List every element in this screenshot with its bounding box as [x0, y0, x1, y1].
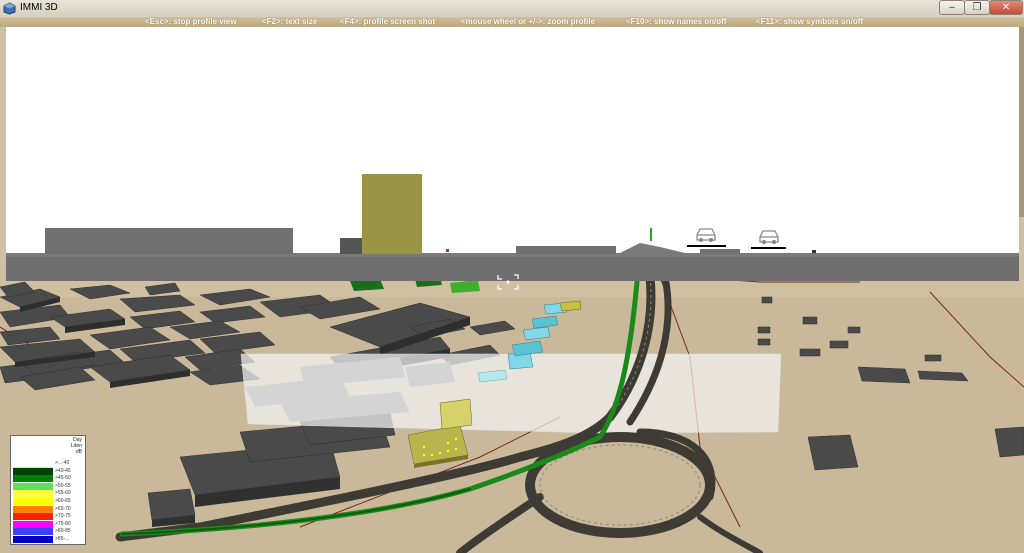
legend-label: >60-65 — [55, 498, 71, 504]
legend-item: >...-40 — [13, 460, 85, 468]
window-title: IMMI 3D — [20, 2, 58, 13]
legend-item: >45-50 — [13, 475, 85, 483]
legend-label: >40-45 — [55, 467, 71, 474]
legend-swatch — [13, 520, 53, 528]
legend-swatch — [13, 536, 53, 543]
profile-ground — [6, 253, 1019, 281]
noise-level-legend: Day Lden dB >...-40 >40-45 >45-50 >50-55 >55… — [10, 435, 86, 545]
legend-item: >70-75 — [13, 513, 85, 521]
legend-swatch — [13, 498, 53, 505]
legend-header: Day Lden dB — [71, 437, 82, 455]
close-button[interactable]: ✕ — [989, 0, 1023, 15]
hint-f10: <F10>: show names on/off — [626, 17, 727, 26]
legend-swatch — [13, 513, 53, 521]
minimize-button[interactable]: ‒ — [939, 0, 965, 15]
keyboard-hints-bar: <Esc>: stop profile view <F2>: text size… — [0, 17, 1024, 27]
legend-item: >65-70 — [13, 505, 85, 513]
legend-label: >45-50 — [55, 475, 71, 482]
profile-building-5 — [700, 249, 740, 254]
legend-label: >75-80 — [55, 520, 71, 527]
profile-marker-small — [812, 250, 816, 253]
hint-zoom: <mouse wheel or +/->: zoom profile — [461, 17, 596, 26]
legend-item: >60-65 — [13, 498, 85, 505]
profile-building-2 — [340, 238, 362, 254]
legend-item: >50-55 — [13, 482, 85, 490]
legend-swatch — [13, 528, 53, 536]
legend-label: >85-... — [55, 536, 70, 542]
3d-viewport[interactable] — [0, 27, 1024, 553]
legend-label: >80-85 — [55, 528, 71, 535]
legend-swatch — [13, 505, 53, 513]
profile-building-1 — [45, 228, 293, 254]
legend-swatch — [13, 482, 53, 490]
legend-label: >55-60 — [55, 490, 71, 497]
profile-building-3 — [362, 174, 422, 254]
legend-label: >...-40 — [55, 460, 70, 466]
legend-item: >40-45 — [13, 467, 85, 475]
legend-label: >70-75 — [55, 513, 71, 520]
car-icon — [759, 230, 779, 245]
scene-graphics — [0, 27, 1024, 553]
legend-swatch — [13, 490, 53, 498]
legend-item: >75-80 — [13, 520, 85, 528]
car-icon — [696, 228, 716, 243]
app-icon — [3, 2, 16, 15]
hint-f11: <F11>: show symbols on/off — [756, 17, 864, 26]
title-bar[interactable]: IMMI 3D ‒ ❐ ✕ — [0, 0, 1024, 18]
legend-label: >65-70 — [55, 505, 71, 512]
maximize-button[interactable]: ❐ — [964, 0, 990, 15]
legend-item: >80-85 — [13, 528, 85, 536]
hint-f2: <F2>: text size — [262, 17, 318, 26]
profile-building-4 — [516, 246, 616, 254]
hint-esc: <Esc>: stop profile view — [145, 17, 237, 26]
legend-swatch — [13, 467, 53, 475]
hint-f4: <F4>: profile screen shot — [340, 17, 436, 26]
profile-marker-red — [446, 249, 449, 252]
legend-item: >85-... — [13, 536, 85, 543]
legend-item: >55-60 — [13, 490, 85, 498]
legend-label: >50-55 — [55, 482, 71, 489]
legend-swatch — [13, 475, 53, 483]
profile-background — [6, 27, 1019, 253]
legend-unit: dB — [75, 449, 82, 455]
